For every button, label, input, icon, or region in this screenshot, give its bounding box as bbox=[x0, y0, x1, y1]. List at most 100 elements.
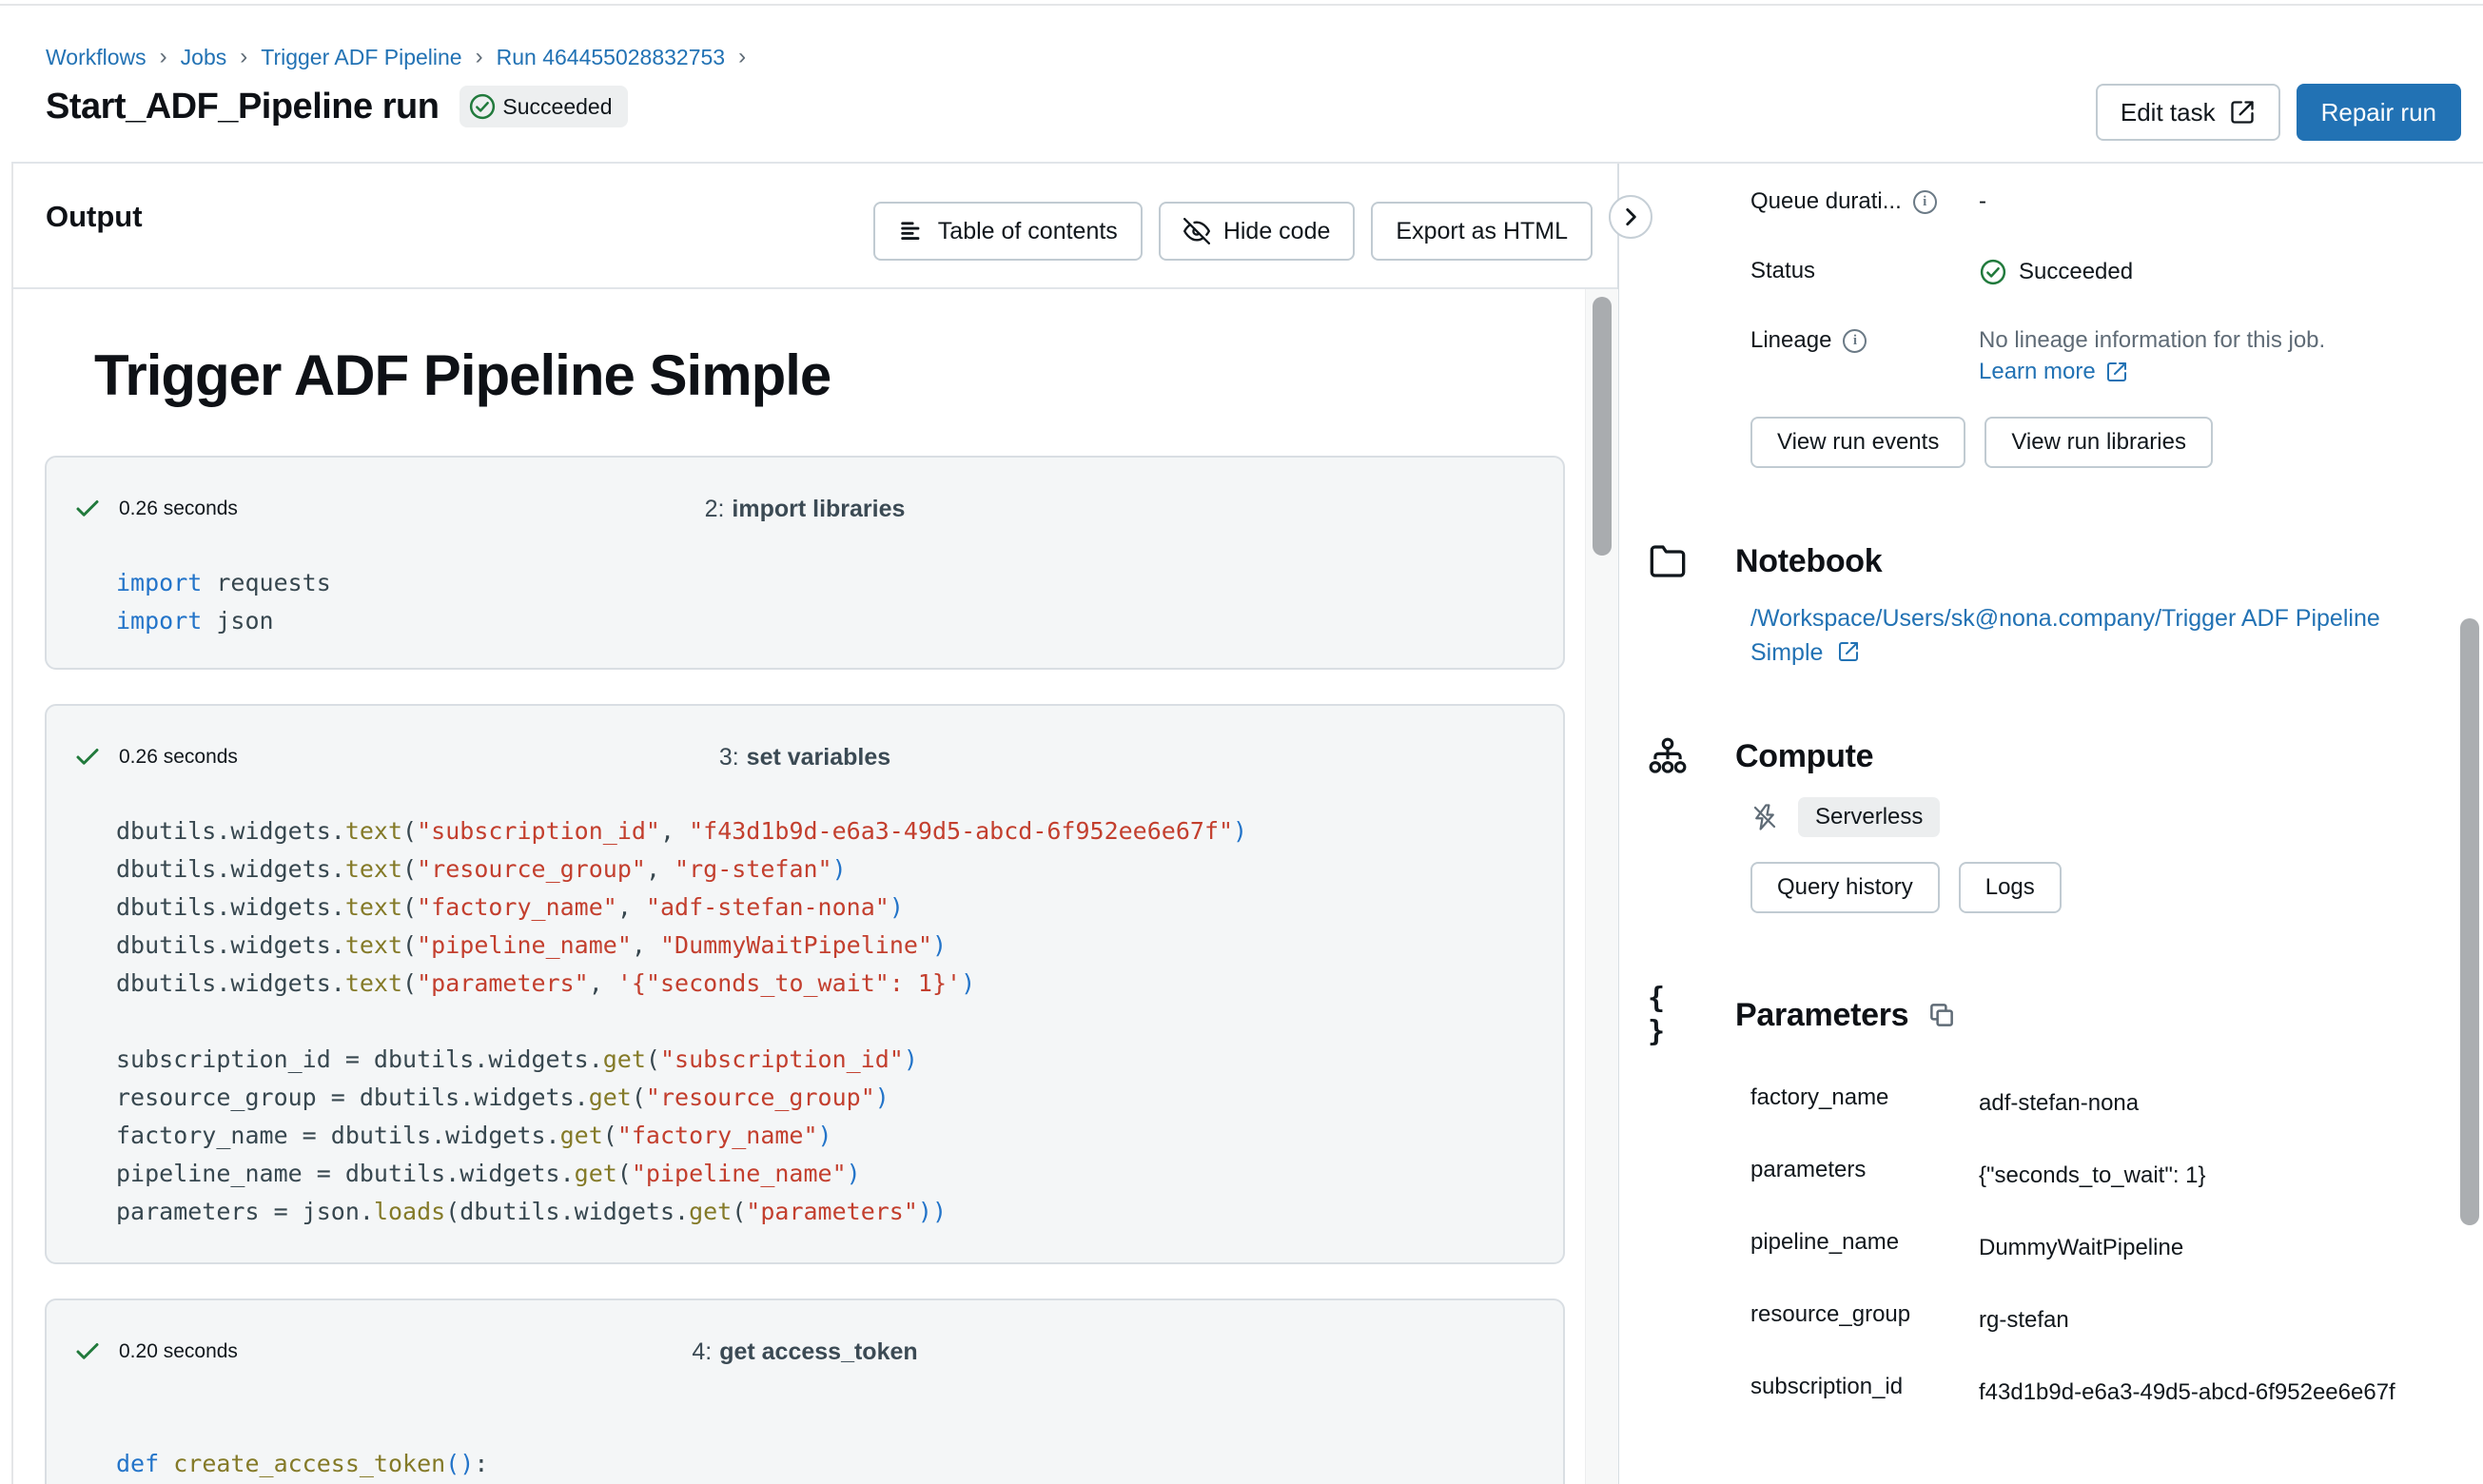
notebook-scrollbar-track[interactable] bbox=[1585, 289, 1618, 1484]
parameter-row: subscription_id f43d1b9d-e6a3-49d5-abcd-… bbox=[1750, 1370, 2456, 1412]
output-toolbar: Output Table of contents bbox=[11, 164, 1617, 289]
queue-duration-value: - bbox=[1979, 185, 1986, 215]
cell-title-text: get access_token bbox=[719, 1338, 917, 1365]
breadcrumb-jobs[interactable]: Jobs bbox=[181, 45, 227, 70]
parameter-key: parameters bbox=[1750, 1157, 1866, 1183]
cell-number: 2: bbox=[705, 496, 725, 522]
breadcrumb-separator: › bbox=[738, 44, 746, 70]
notebook-title: Trigger ADF Pipeline Simple bbox=[94, 342, 1587, 408]
eye-off-icon bbox=[1183, 218, 1210, 244]
notebook-scrollbar-thumb[interactable] bbox=[1593, 297, 1612, 556]
run-details-sidebar: Queue durati... - Status Succeeded Linea… bbox=[1621, 164, 2456, 1484]
parameter-value: f43d1b9d-e6a3-49d5-abcd-6f952ee6e67f bbox=[1979, 1370, 2395, 1412]
output-panel: Output Table of contents bbox=[11, 164, 1619, 1484]
parameter-key: pipeline_name bbox=[1750, 1229, 1899, 1256]
output-heading: Output bbox=[46, 200, 143, 234]
edit-task-button[interactable]: Edit task bbox=[2096, 84, 2280, 141]
cell-code: import requestsimport json bbox=[47, 564, 1563, 670]
queue-duration-label: Queue durati... bbox=[1750, 188, 1902, 215]
query-history-label: Query history bbox=[1777, 874, 1913, 901]
cell-number: 3: bbox=[719, 744, 739, 771]
view-run-libraries-button[interactable]: View run libraries bbox=[1984, 417, 2213, 468]
view-run-events-button[interactable]: View run events bbox=[1750, 417, 1965, 468]
notebook-section-title: Notebook bbox=[1735, 543, 1882, 580]
query-history-button[interactable]: Query history bbox=[1750, 862, 1940, 913]
serverless-bolt-off-icon bbox=[1750, 803, 1779, 831]
parameter-key: resource_group bbox=[1750, 1301, 1910, 1328]
cell-title-text: set variables bbox=[747, 744, 891, 771]
parameters-section-header: { } Parameters bbox=[1648, 982, 2456, 1048]
queue-duration-row: Queue durati... - bbox=[1750, 185, 2456, 223]
breadcrumb-separator: › bbox=[240, 44, 247, 70]
notebook-cell-import-libraries: 0.26 seconds 2:import libraries import r… bbox=[45, 456, 1565, 670]
run-header: Workflows › Jobs › Trigger ADF Pipeline … bbox=[11, 6, 2483, 164]
parameter-row: factory_name adf-stefan-nona bbox=[1750, 1081, 2456, 1123]
cell-code: dbutils.widgets.text("subscription_id", … bbox=[47, 812, 1563, 1264]
info-icon[interactable] bbox=[1913, 190, 1937, 214]
parameter-value: adf-stefan-nona bbox=[1979, 1081, 2139, 1123]
status-badge: Succeeded bbox=[459, 86, 627, 127]
check-circle-icon bbox=[468, 92, 497, 121]
parameters-section-title: Parameters bbox=[1735, 997, 1908, 1034]
copy-icon[interactable] bbox=[1927, 1001, 1956, 1029]
sitemap-icon bbox=[1648, 736, 1688, 776]
parameters-table: factory_name adf-stefan-nona parameters … bbox=[1648, 1081, 2456, 1412]
external-link-icon bbox=[1837, 640, 1860, 663]
page-scrollbar-thumb[interactable] bbox=[2460, 618, 2479, 1225]
cell-title-text: import libraries bbox=[732, 496, 905, 522]
toc-label: Table of contents bbox=[938, 218, 1118, 245]
notebook-section-header: Notebook bbox=[1648, 542, 2456, 580]
hide-code-button[interactable]: Hide code bbox=[1159, 202, 1356, 261]
view-run-events-label: View run events bbox=[1777, 429, 1939, 456]
status-value: Succeeded bbox=[2019, 259, 2133, 285]
parameter-row: pipeline_name DummyWaitPipeline bbox=[1750, 1225, 2456, 1267]
hide-code-label: Hide code bbox=[1223, 218, 1331, 245]
main-content: Output Table of contents bbox=[0, 164, 2483, 1484]
parameter-key: subscription_id bbox=[1750, 1374, 1903, 1400]
compute-section-title: Compute bbox=[1735, 738, 1873, 775]
external-link-icon bbox=[2229, 99, 2256, 126]
breadcrumb: Workflows › Jobs › Trigger ADF Pipeline … bbox=[46, 44, 2483, 70]
parameter-key: factory_name bbox=[1750, 1084, 1888, 1111]
check-circle-icon bbox=[1979, 258, 2007, 286]
compute-section-header: Compute bbox=[1648, 736, 2456, 776]
parameter-row: resource_group rg-stefan bbox=[1750, 1298, 2456, 1339]
notebook-output: Trigger ADF Pipeline Simple 0.26 seconds… bbox=[11, 289, 1587, 1484]
collapse-panel-button[interactable] bbox=[1609, 195, 1652, 239]
view-run-libraries-label: View run libraries bbox=[2011, 429, 2186, 456]
lineage-message: No lineage information for this job. bbox=[1979, 327, 2325, 354]
lineage-label: Lineage bbox=[1750, 327, 1831, 354]
serverless-badge: Serverless bbox=[1798, 797, 1940, 837]
list-icon bbox=[898, 218, 925, 244]
braces-icon: { } bbox=[1648, 982, 1688, 1048]
status-row: Status Succeeded bbox=[1750, 254, 2456, 292]
parameter-value: {"seconds_to_wait": 1} bbox=[1979, 1153, 2206, 1195]
breadcrumb-run-id[interactable]: Run 464455028832753 bbox=[497, 45, 725, 70]
logs-button[interactable]: Logs bbox=[1959, 862, 2062, 913]
page-title: Start_ADF_Pipeline run bbox=[46, 87, 439, 127]
status-badge-label: Succeeded bbox=[502, 94, 612, 120]
breadcrumb-separator: › bbox=[476, 44, 483, 70]
cell-title: 4: get access_token bbox=[47, 1338, 1563, 1366]
parameter-value: rg-stefan bbox=[1979, 1298, 2069, 1339]
lineage-row: Lineage No lineage information for this … bbox=[1750, 323, 2456, 385]
chevron-right-icon bbox=[1618, 205, 1643, 229]
cell-number: 4: bbox=[692, 1338, 712, 1365]
status-label: Status bbox=[1750, 258, 1815, 284]
info-icon[interactable] bbox=[1843, 329, 1867, 353]
breadcrumb-separator: › bbox=[160, 44, 167, 70]
table-of-contents-button[interactable]: Table of contents bbox=[873, 202, 1143, 261]
cell-title: 3: set variables bbox=[47, 744, 1563, 771]
learn-more-link[interactable]: Learn more bbox=[1979, 359, 2096, 385]
breadcrumb-workflows[interactable]: Workflows bbox=[46, 45, 147, 70]
export-html-label: Export as HTML bbox=[1396, 218, 1568, 245]
external-link-icon bbox=[2105, 361, 2128, 383]
notebook-cell-set-variables: 0.26 seconds 3:set variables dbutils.wid… bbox=[45, 704, 1565, 1264]
export-html-button[interactable]: Export as HTML bbox=[1371, 202, 1593, 261]
repair-run-label: Repair run bbox=[2321, 98, 2436, 127]
parameter-row: parameters {"seconds_to_wait": 1} bbox=[1750, 1153, 2456, 1195]
breadcrumb-job-name[interactable]: Trigger ADF Pipeline bbox=[261, 45, 461, 70]
repair-run-button[interactable]: Repair run bbox=[2297, 84, 2461, 141]
cell-title: 2: import libraries bbox=[47, 496, 1563, 523]
notebook-cell-get-access-token: 0.20 seconds 4:get access_token def crea… bbox=[45, 1298, 1565, 1484]
